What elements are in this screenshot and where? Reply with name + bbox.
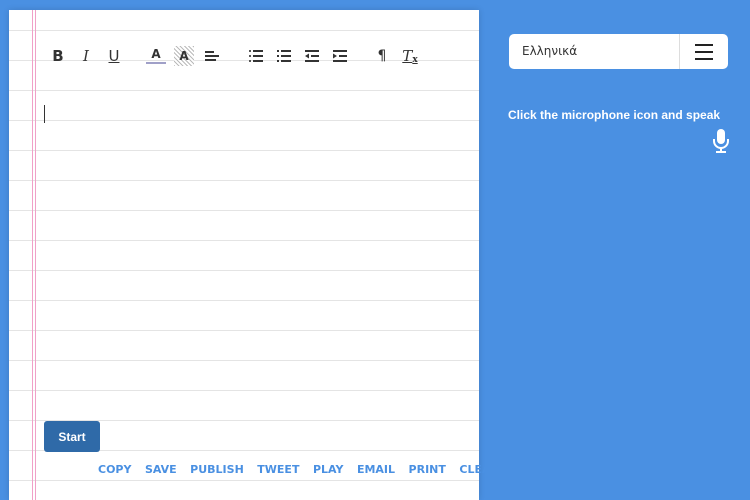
indent-button[interactable] [330, 46, 350, 66]
outdent-icon [305, 50, 319, 62]
publish-link[interactable]: PUBLISH [190, 463, 244, 476]
play-link[interactable]: PLAY [313, 463, 344, 476]
start-button[interactable]: Start [44, 421, 100, 452]
italic-button[interactable]: I [76, 46, 96, 66]
hamburger-icon [695, 43, 713, 46]
tweet-link[interactable]: TWEET [257, 463, 299, 476]
print-link[interactable]: PRINT [409, 463, 446, 476]
clear-link[interactable]: CLEAR [459, 463, 499, 476]
microphone-icon [713, 129, 729, 153]
microphone-button[interactable] [712, 128, 730, 158]
align-left-icon [205, 51, 219, 61]
hint-text: Click the microphone icon and speak [508, 108, 721, 122]
margin-line [32, 10, 33, 500]
bold-button[interactable]: B [48, 46, 68, 66]
paragraph-direction-button[interactable]: ¶ [372, 46, 392, 66]
ordered-list-icon [249, 50, 263, 62]
editor-area[interactable] [44, 100, 459, 410]
language-select[interactable]: Ελληνικά [509, 34, 728, 69]
highlight-button[interactable]: A [174, 46, 194, 66]
indent-icon [333, 50, 347, 62]
notepad: B I U A A ¶ Tx Start COPY SAVE PUBLISH T… [9, 10, 499, 500]
bullet-list-button[interactable] [274, 46, 294, 66]
font-color-button[interactable]: A [146, 46, 166, 64]
paragraph-icon: ¶ [377, 48, 387, 64]
clear-format-button[interactable]: Tx [400, 46, 420, 66]
save-link[interactable]: SAVE [145, 463, 177, 476]
underline-button[interactable]: U [104, 46, 124, 66]
bullet-list-icon [277, 50, 291, 62]
action-links: COPY SAVE PUBLISH TWEET PLAY EMAIL PRINT… [98, 463, 512, 476]
email-link[interactable]: EMAIL [357, 463, 395, 476]
copy-link[interactable]: COPY [98, 463, 131, 476]
text-cursor [44, 105, 45, 123]
margin-line [35, 10, 36, 500]
clear-format-icon: T [402, 47, 413, 65]
outdent-button[interactable] [302, 46, 322, 66]
menu-button[interactable] [679, 34, 728, 69]
ordered-list-button[interactable] [246, 46, 266, 66]
align-button[interactable] [202, 46, 222, 66]
language-value[interactable]: Ελληνικά [509, 34, 679, 69]
